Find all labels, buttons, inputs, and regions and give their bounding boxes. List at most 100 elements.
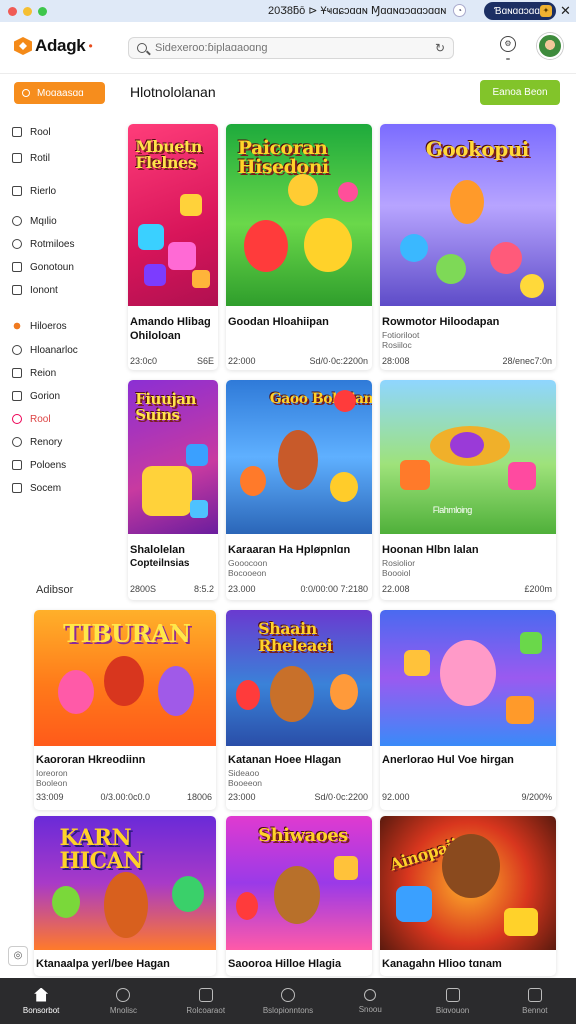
search-input[interactable]: [155, 42, 427, 54]
os-account-pill[interactable]: Ɓɑɴɑɑɔɑɑ ✦: [484, 2, 556, 20]
close-icon[interactable]: ✕: [560, 3, 571, 19]
sidebar-item[interactable]: Reion: [12, 365, 112, 381]
sidebar-item[interactable]: Hloanarloc: [12, 342, 112, 358]
game-meta: 23.000 0:0/00:00 7:2180: [228, 584, 368, 594]
sidebar-item[interactable]: Mqılio: [12, 213, 112, 229]
game-card[interactable]: Mbuetn Flelnes Amando Hlibag Ohiloloan 2…: [128, 124, 218, 370]
game-meta: 2800S 8:5.2: [130, 584, 214, 594]
nav-label: Snoou: [358, 1004, 382, 1014]
list-icon: [12, 460, 22, 470]
game-meta-right: 0:0/00:00 7:2180: [300, 584, 368, 594]
game-meta-left: 92.000: [382, 792, 410, 802]
grid-icon: [445, 987, 460, 1002]
square-icon: [12, 391, 22, 401]
game-card[interactable]: KARN HICAN Ktanaalpa yerl/bee Hagan: [34, 816, 216, 976]
game-art-title: Mbuetn Flelnes: [135, 136, 202, 173]
nav-item-home[interactable]: Bonsorbot: [0, 978, 82, 1024]
star-icon: [12, 321, 22, 331]
search-icon: [22, 89, 30, 97]
game-card[interactable]: Fiuujan Suins Shalolelan Copteilnsias 28…: [128, 380, 218, 600]
sidebar-item[interactable]: Socem: [12, 480, 112, 496]
nav-item-search[interactable]: Snoou: [329, 978, 411, 1024]
nav-item-activity[interactable]: Bslopionntons: [247, 978, 329, 1024]
game-card[interactable]: Gookopui Rowmotor Hiloodapan Fotioriloot…: [380, 124, 556, 370]
game-thumbnail: Paicoran Hisedoni: [226, 124, 372, 306]
sidebar-primary-button[interactable]: Moɑaasɑɑ: [14, 82, 105, 104]
sidebar-item[interactable]: Rotmiloes: [12, 236, 112, 252]
refresh-icon[interactable]: ↻: [435, 41, 445, 55]
compass-icon: [116, 987, 131, 1002]
close-window-dot[interactable]: [8, 6, 17, 16]
sidebar-item-label: Renory: [30, 436, 63, 448]
game-subtitle-2: Booleon: [36, 778, 68, 788]
section-label: Adibsor: [36, 584, 74, 596]
os-status-text: 20Ӡ8ƃō ⊳ Ұҹɑɕɔɑɑɴ Ɱɑɑɴɑɔɑɑɔɑɑɴ: [268, 5, 447, 17]
game-subtitle: Gooocoon: [228, 558, 268, 568]
game-meta-left: 23.000: [228, 584, 256, 594]
nav-item-profile[interactable]: Bennot: [494, 978, 576, 1024]
sidebar-item[interactable]: Hiloeros: [12, 318, 112, 334]
nav-item-grid[interactable]: Biɑvouon: [411, 978, 493, 1024]
game-title: Katanan Hoee Hlagan: [228, 754, 342, 766]
game-card[interactable]: Gaoo Bolodan Karaaran Ha Hpløpnlɑn Goooc…: [226, 380, 372, 600]
settings-icon[interactable]: ⚙: [500, 36, 516, 52]
sidebar-item[interactable]: Rierlo: [12, 183, 112, 199]
game-meta-right: 8:5.2: [193, 584, 214, 594]
minimize-window-dot[interactable]: [23, 6, 32, 16]
nav-label: Biɑvouon: [435, 1005, 470, 1015]
app-logo[interactable]: Adagk •: [14, 36, 93, 56]
sidebar-item[interactable]: Rotil: [12, 150, 112, 166]
game-card[interactable]: Paicoran Hisedoni Goodan Hloahiipan 22:0…: [226, 124, 372, 370]
sidebar-item-label: Ionont: [30, 284, 58, 296]
game-subtitle: Sideaoo: [228, 768, 260, 778]
sidebar-item-label: Rool: [30, 126, 51, 138]
game-art-title: Paicoran Hisedoni: [237, 136, 329, 179]
game-thumbnail: Shaain Rheleaei: [226, 610, 372, 746]
game-card[interactable]: Shaain Rheleaei Katanan Hoee Hlagan Side…: [226, 610, 372, 810]
sidebar-item[interactable]: Renory: [12, 434, 112, 450]
game-meta: 33:009 0/3.00:0c0.0 18006: [36, 792, 212, 802]
game-meta-right: 18006: [186, 792, 212, 802]
game-subtitle-2: Booeeon: [228, 778, 263, 788]
game-title: Saooroa Hilloe Hlagia: [228, 958, 342, 970]
page-title: Hlotnololanan: [130, 84, 216, 100]
sidebar-item[interactable]: Rool: [12, 124, 112, 140]
feedback-icon[interactable]: ◎: [8, 946, 28, 966]
sidebar-item-active[interactable]: Rool: [12, 411, 112, 427]
sidebar-item[interactable]: Ionont: [12, 282, 112, 298]
alert-icon: [12, 414, 22, 424]
game-card[interactable]: Flahmloing Hoonan Hlbn lalan Rosiolior B…: [380, 380, 556, 600]
sidebar-item-label: Rotmiloes: [30, 238, 75, 250]
os-pill-label: Ɓɑɴɑɑɔɑɑ: [494, 5, 540, 17]
sidebar-item-label: Gonotoun: [30, 261, 74, 273]
circle-icon: [280, 987, 295, 1002]
sidebar-item[interactable]: Poloens: [12, 457, 112, 473]
game-title: Anerlorao Hul Voe hirgan: [382, 754, 514, 766]
nav-item-library[interactable]: Rolcoaraot: [165, 978, 247, 1024]
sidebar-item-label: Reion: [30, 367, 57, 379]
game-art-title: Flahmloing: [432, 505, 473, 516]
main-action-button[interactable]: Eanoa Beon: [480, 80, 560, 105]
game-card[interactable]: Ainopaiiv Kanagahn Hlioo tɑnam: [380, 816, 556, 976]
game-title: Kaororan Hkreodiinn: [36, 754, 146, 766]
nav-label: Bonsorbot: [22, 1005, 60, 1015]
avatar[interactable]: [537, 33, 563, 59]
nav-item-explore[interactable]: Mnolisc: [82, 978, 164, 1024]
game-thumbnail: KARN HICAN: [34, 816, 216, 950]
sidebar-item-label: Rierlo: [30, 185, 57, 197]
home-icon: [12, 127, 22, 137]
game-card[interactable]: Anerlorao Hul Voe hirgan 92.000 9/200%: [380, 610, 556, 810]
game-meta-left: 22.008: [382, 584, 410, 594]
game-card[interactable]: TIBURAN Kaororan Hkreodiinn Ioreoron Boo…: [34, 610, 216, 810]
sidebar-item[interactable]: Gorion: [12, 388, 112, 404]
sidebar-item[interactable]: Gonotoun: [12, 259, 112, 275]
game-thumbnail: Gaoo Bolodan: [226, 380, 372, 534]
game-card[interactable]: Shiwaoes Saooroa Hilloe Hlagia: [226, 816, 372, 976]
search-bar[interactable]: ↻: [128, 37, 454, 59]
game-meta: 28:008 28/enec7:0n: [382, 356, 552, 366]
bottom-nav: Bonsorbot Mnolisc Rolcoaraot Bslopionnto…: [0, 978, 576, 1024]
cloud-icon: [12, 239, 22, 249]
game-thumbnail: Flahmloing: [380, 380, 556, 534]
notification-icon[interactable]: ◔: [453, 4, 466, 17]
maximize-window-dot[interactable]: [38, 6, 47, 16]
